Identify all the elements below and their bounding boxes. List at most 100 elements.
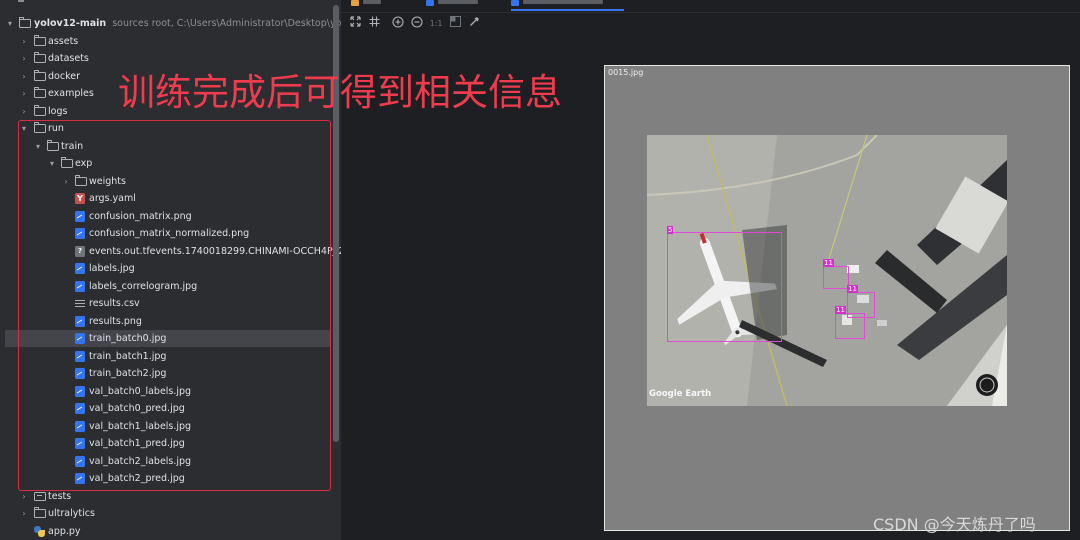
folder-icon [34, 122, 46, 133]
tree-item-label: tests [48, 491, 72, 502]
chevron-right-icon[interactable]: › [19, 488, 29, 505]
chevron-down-icon[interactable]: ▾ [19, 120, 29, 137]
folder-icon [47, 140, 59, 151]
folder-icon [34, 507, 46, 518]
tree-file-label: results.png [89, 316, 142, 327]
tree-file-label: train_batch2.jpg [89, 368, 167, 379]
tree-item-label: run [48, 123, 64, 134]
zoom-in-icon[interactable] [390, 16, 406, 32]
tree-item-label: datasets [48, 53, 89, 64]
tree-item-tests[interactable]: › tests [0, 488, 331, 505]
root-folder-label: yolov12-main [34, 18, 107, 29]
tree-file-label: events.out.tfevents.1740018299.CHINAMI-O… [89, 246, 341, 257]
tab-label-fragment [523, 0, 603, 4]
image-file-icon [75, 368, 85, 379]
csv-file-icon [75, 298, 85, 309]
zoom-out-icon[interactable] [409, 16, 425, 32]
active-tab-underline [511, 9, 624, 11]
folder-icon [34, 52, 46, 63]
tree-file-train-batch1[interactable]: train_batch1.jpg [0, 348, 331, 365]
image-file-icon [75, 473, 85, 484]
tree-file-val-batch0-pred[interactable]: val_batch0_pred.jpg [0, 400, 331, 417]
tree-file-label: confusion_matrix_normalized.png [89, 228, 250, 239]
detection-box [823, 266, 849, 289]
tree-file-val-batch1-pred[interactable]: val_batch1_pred.jpg [0, 435, 331, 452]
python-file-icon [34, 526, 45, 537]
tab-label-fragment [363, 0, 381, 4]
chevron-right-icon[interactable]: › [61, 173, 71, 190]
chevron-right-icon[interactable]: › [19, 103, 29, 120]
tree-file-label: confusion_matrix.png [89, 211, 192, 222]
tree-file-val-batch2-pred[interactable]: val_batch2_pred.jpg [0, 470, 331, 487]
detection-label: 11 [847, 285, 858, 293]
detection-label: 11 [835, 306, 846, 314]
tree-file-confusion-matrix-normalized[interactable]: confusion_matrix_normalized.png [0, 225, 331, 242]
chevron-right-icon[interactable]: › [19, 50, 29, 67]
file-type-icon [351, 0, 359, 6]
image-file-icon [75, 211, 85, 222]
tree-item-assets[interactable]: › assets [0, 33, 331, 50]
tree-file-args-yaml[interactable]: Y args.yaml [0, 190, 331, 207]
image-file-icon [75, 456, 85, 467]
tree-file-results-csv[interactable]: results.csv [0, 295, 331, 312]
csdn-watermark: CSDN @今天炼丹了吗 [873, 515, 1036, 534]
tree-file-label: val_batch1_labels.jpg [89, 421, 192, 432]
actual-size-button[interactable]: 1:1 [428, 16, 444, 32]
chevron-down-icon[interactable]: ▾ [33, 138, 43, 155]
image-file-icon [75, 316, 85, 327]
tree-file-app-py[interactable]: app.py [0, 523, 331, 540]
color-picker-icon[interactable] [466, 16, 482, 32]
tree-file-label: args.yaml [89, 193, 136, 204]
tree-file-label: val_batch1_pred.jpg [89, 438, 185, 449]
tfevents-file-icon: ? [75, 246, 85, 257]
tree-root-yolov12-main[interactable]: ▾ yolov12-main sources root, C:\Users\Adm… [0, 15, 341, 32]
image-file-icon [75, 333, 85, 344]
tree-item-ultralytics[interactable]: › ultralytics [0, 505, 331, 522]
chevron-down-icon[interactable]: ▾ [47, 155, 57, 172]
editor-tab-strip [341, 0, 1080, 13]
tree-file-train-batch0[interactable]: train_batch0.jpg [5, 330, 331, 347]
file-type-icon [426, 0, 434, 6]
tree-file-train-batch2[interactable]: train_batch2.jpg [0, 365, 331, 382]
file-type-icon [511, 0, 519, 6]
tree-item-label: train [61, 141, 84, 152]
tree-file-label: train_batch1.jpg [89, 351, 167, 362]
tree-item-weights[interactable]: › weights [0, 173, 331, 190]
tree-file-label: labels_correlogram.jpg [89, 281, 198, 292]
preview-filename: 0015.jpg [608, 68, 644, 77]
tree-file-val-batch1-labels[interactable]: val_batch1_labels.jpg [0, 418, 331, 435]
tree-file-labels-correlogram[interactable]: labels_correlogram.jpg [0, 278, 331, 295]
tree-file-confusion-matrix[interactable]: confusion_matrix.png [0, 208, 331, 225]
tree-file-tfevents[interactable]: ? events.out.tfevents.1740018299.CHINAMI… [0, 243, 341, 260]
detection-box [835, 313, 865, 339]
folder-icon [61, 157, 73, 168]
chevron-right-icon[interactable]: › [19, 505, 29, 522]
tree-item-label: docker [48, 71, 80, 82]
tree-item-run[interactable]: ▾ run [0, 120, 331, 137]
image-file-icon [75, 281, 85, 292]
background-toggle-icon[interactable] [447, 16, 463, 32]
tree-item-train[interactable]: ▾ train [0, 138, 331, 155]
image-file-icon [75, 351, 85, 362]
grid-icon[interactable] [366, 16, 382, 32]
tree-file-label: val_batch0_pred.jpg [89, 403, 185, 414]
tree-item-exp[interactable]: ▾ exp [0, 155, 331, 172]
tab-label-fragment [438, 0, 478, 4]
tree-file-results-png[interactable]: results.png [0, 313, 331, 330]
image-viewer-toolbar: 1:1 [341, 13, 1080, 35]
tree-file-labels-jpg[interactable]: labels.jpg [0, 260, 331, 277]
detection-label: 11 [823, 259, 834, 267]
chevron-down-icon[interactable]: ▾ [5, 15, 15, 32]
chevron-right-icon[interactable]: › [19, 68, 29, 85]
chevron-right-icon[interactable]: › [19, 85, 29, 102]
panel-top-fragment [18, 0, 24, 2]
tree-file-val-batch2-labels[interactable]: val_batch2_labels.jpg [0, 453, 331, 470]
image-file-icon [75, 438, 85, 449]
tree-file-label: results.csv [89, 298, 140, 309]
tree-file-label: val_batch2_labels.jpg [89, 456, 192, 467]
tree-item-label: exp [75, 158, 93, 169]
detection-box [667, 232, 782, 342]
tree-file-val-batch0-labels[interactable]: val_batch0_labels.jpg [0, 383, 331, 400]
fit-to-window-icon[interactable] [347, 16, 363, 32]
chevron-right-icon[interactable]: › [19, 33, 29, 50]
